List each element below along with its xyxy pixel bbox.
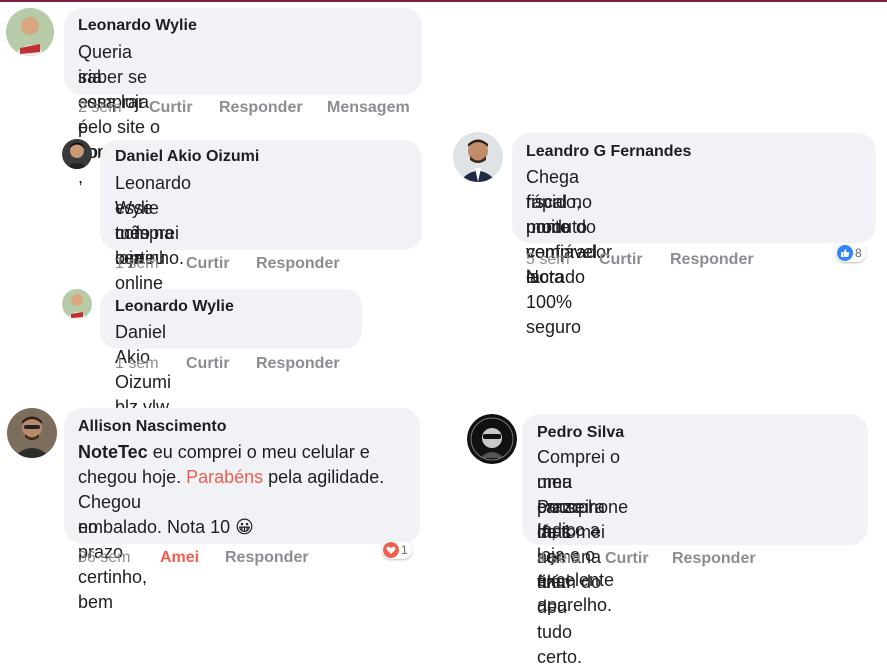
person-avatar-icon [7,408,57,458]
comment-time[interactable]: 36 sem [78,549,130,567]
comment-time[interactable]: 5 sem [526,251,570,269]
comment-time[interactable]: 2 sem [78,99,122,117]
like-button[interactable]: Curtir [605,550,649,568]
comment-text-line: chegou hoje. Parabéns pela agilidade. [78,465,384,490]
like-reaction-icon [837,245,853,261]
avatar[interactable] [6,8,54,56]
avatar[interactable] [62,289,92,319]
comment-author[interactable]: Leandro G Fernandes [526,143,691,161]
text-fragment: embalado. Nota 10 [78,517,231,537]
reply-button[interactable]: Responder [256,255,340,273]
person-avatar-icon [62,289,92,319]
reaction-count: 8 [855,246,862,260]
reply-button[interactable]: Responder [225,549,309,567]
like-button[interactable]: Curtir [599,251,643,269]
person-avatar-icon [453,132,503,182]
message-button[interactable]: Mensagem [327,99,410,117]
reply-button[interactable]: Responder [219,99,303,117]
reply-button[interactable]: Responder [256,355,340,373]
comment-time[interactable]: 1 sem [115,255,159,273]
comment-author[interactable]: Leonardo Wylie [78,17,197,35]
avatar[interactable] [7,408,57,458]
person-avatar-icon [62,139,92,169]
reply-button[interactable]: Responder [672,550,756,568]
person-avatar-icon [6,8,54,56]
text-fragment: pela agilidade. [263,467,385,487]
text-fragment: chegou hoje. [78,467,187,487]
reaction-summary[interactable]: 1 [382,541,412,559]
mention-link[interactable]: NoteTec [78,442,148,462]
love-reaction-button[interactable]: Amei [160,549,199,567]
text-fragment: eu comprei o meu celular e [147,442,370,462]
comment-text-line: produto vem lacrado 100% seguro [526,217,588,337]
comment-author[interactable]: Pedro Silva [537,424,624,442]
like-button[interactable]: Curtir [186,355,230,373]
reaction-count: 1 [401,543,408,557]
comment-text-line: Indico a loja e o excelente aparelho. [537,520,615,615]
person-avatar-icon [467,414,517,464]
comment-time[interactable]: 1 sem [115,355,159,373]
love-reaction-icon [383,542,399,558]
reaction-summary[interactable]: 8 [836,244,866,262]
reply-button[interactable]: Responder [670,251,754,269]
comment-time[interactable]: 4 sem [537,550,581,568]
like-button[interactable]: Curtir [186,255,230,273]
avatar[interactable] [62,139,92,169]
comment-text-line: NoteTec eu comprei o meu celular e [78,440,370,465]
top-border [0,0,887,2]
highlighted-word: Parabéns [186,467,264,487]
avatar[interactable] [453,132,503,182]
comment-author[interactable]: Leonardo Wylie [115,298,234,316]
avatar[interactable] [467,414,517,464]
grinning-emoji-icon: 😀 [235,517,254,537]
comment-text-line: embalado. Nota 10 😀 [78,515,254,540]
comment-author[interactable]: Daniel Akio Oizumi [115,148,259,166]
comment-author[interactable]: Allison Nascimento [78,418,226,436]
like-button[interactable]: Curtir [149,99,193,117]
